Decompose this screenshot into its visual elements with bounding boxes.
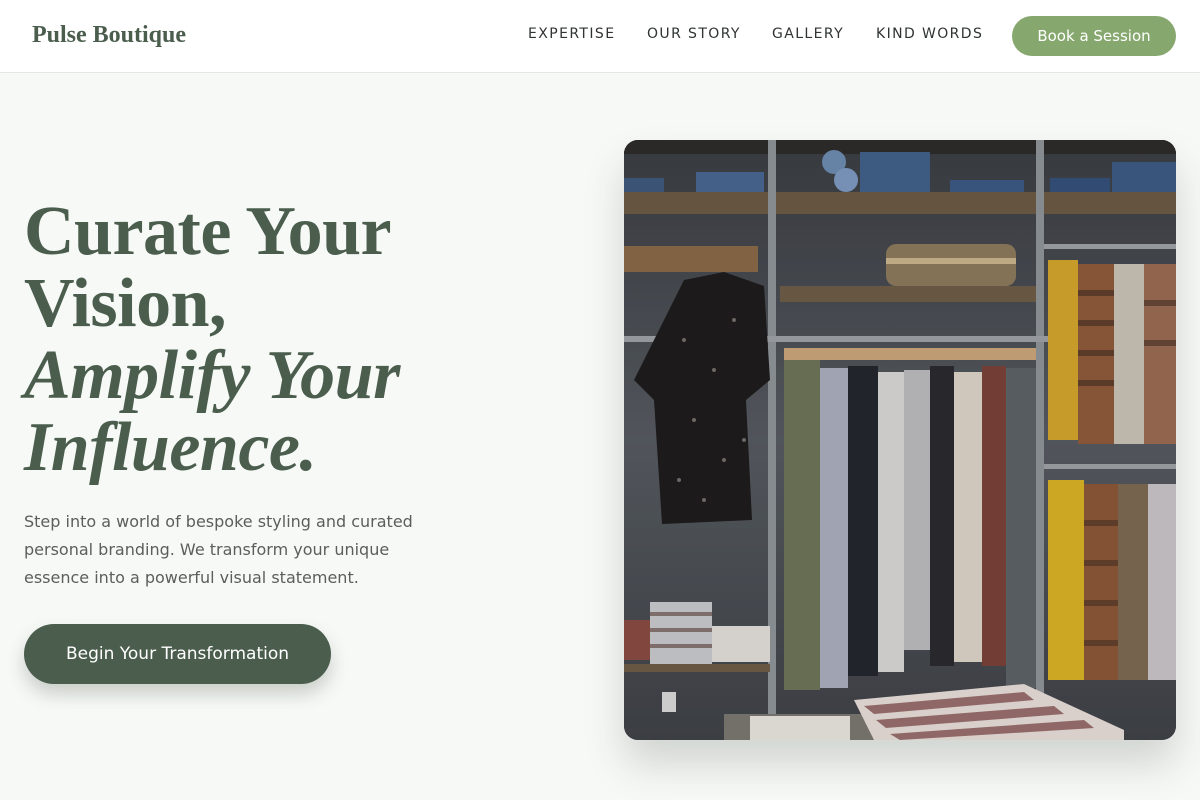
nav-link-expertise[interactable]: EXPERTISE [528,26,615,42]
hero-headline: Curate Your Vision, Amplify Your Influen… [24,196,544,484]
headline-line-italic: Amplify Your [24,337,400,414]
headline-line: Curate Your [24,193,392,270]
clothing-rack-photo [624,140,1176,740]
hero-subtext: Step into a world of bespoke styling and… [24,512,413,587]
brand-logo[interactable]: Pulse Boutique [32,22,186,49]
site-header: Pulse Boutique EXPERTISE OUR STORY GALLE… [0,0,1200,73]
nav-link-our-story[interactable]: OUR STORY [647,26,741,42]
nav-link-kind-words[interactable]: KIND WORDS [876,26,983,42]
nav-link-gallery[interactable]: GALLERY [772,26,844,42]
headline-line-italic: Influence. [24,409,317,486]
begin-transformation-button[interactable]: Begin Your Transformation [24,624,331,684]
headline-line: Vision, [24,265,227,342]
hero-image-clothing-rack [624,140,1176,740]
book-session-button[interactable]: Book a Session [1012,16,1176,56]
